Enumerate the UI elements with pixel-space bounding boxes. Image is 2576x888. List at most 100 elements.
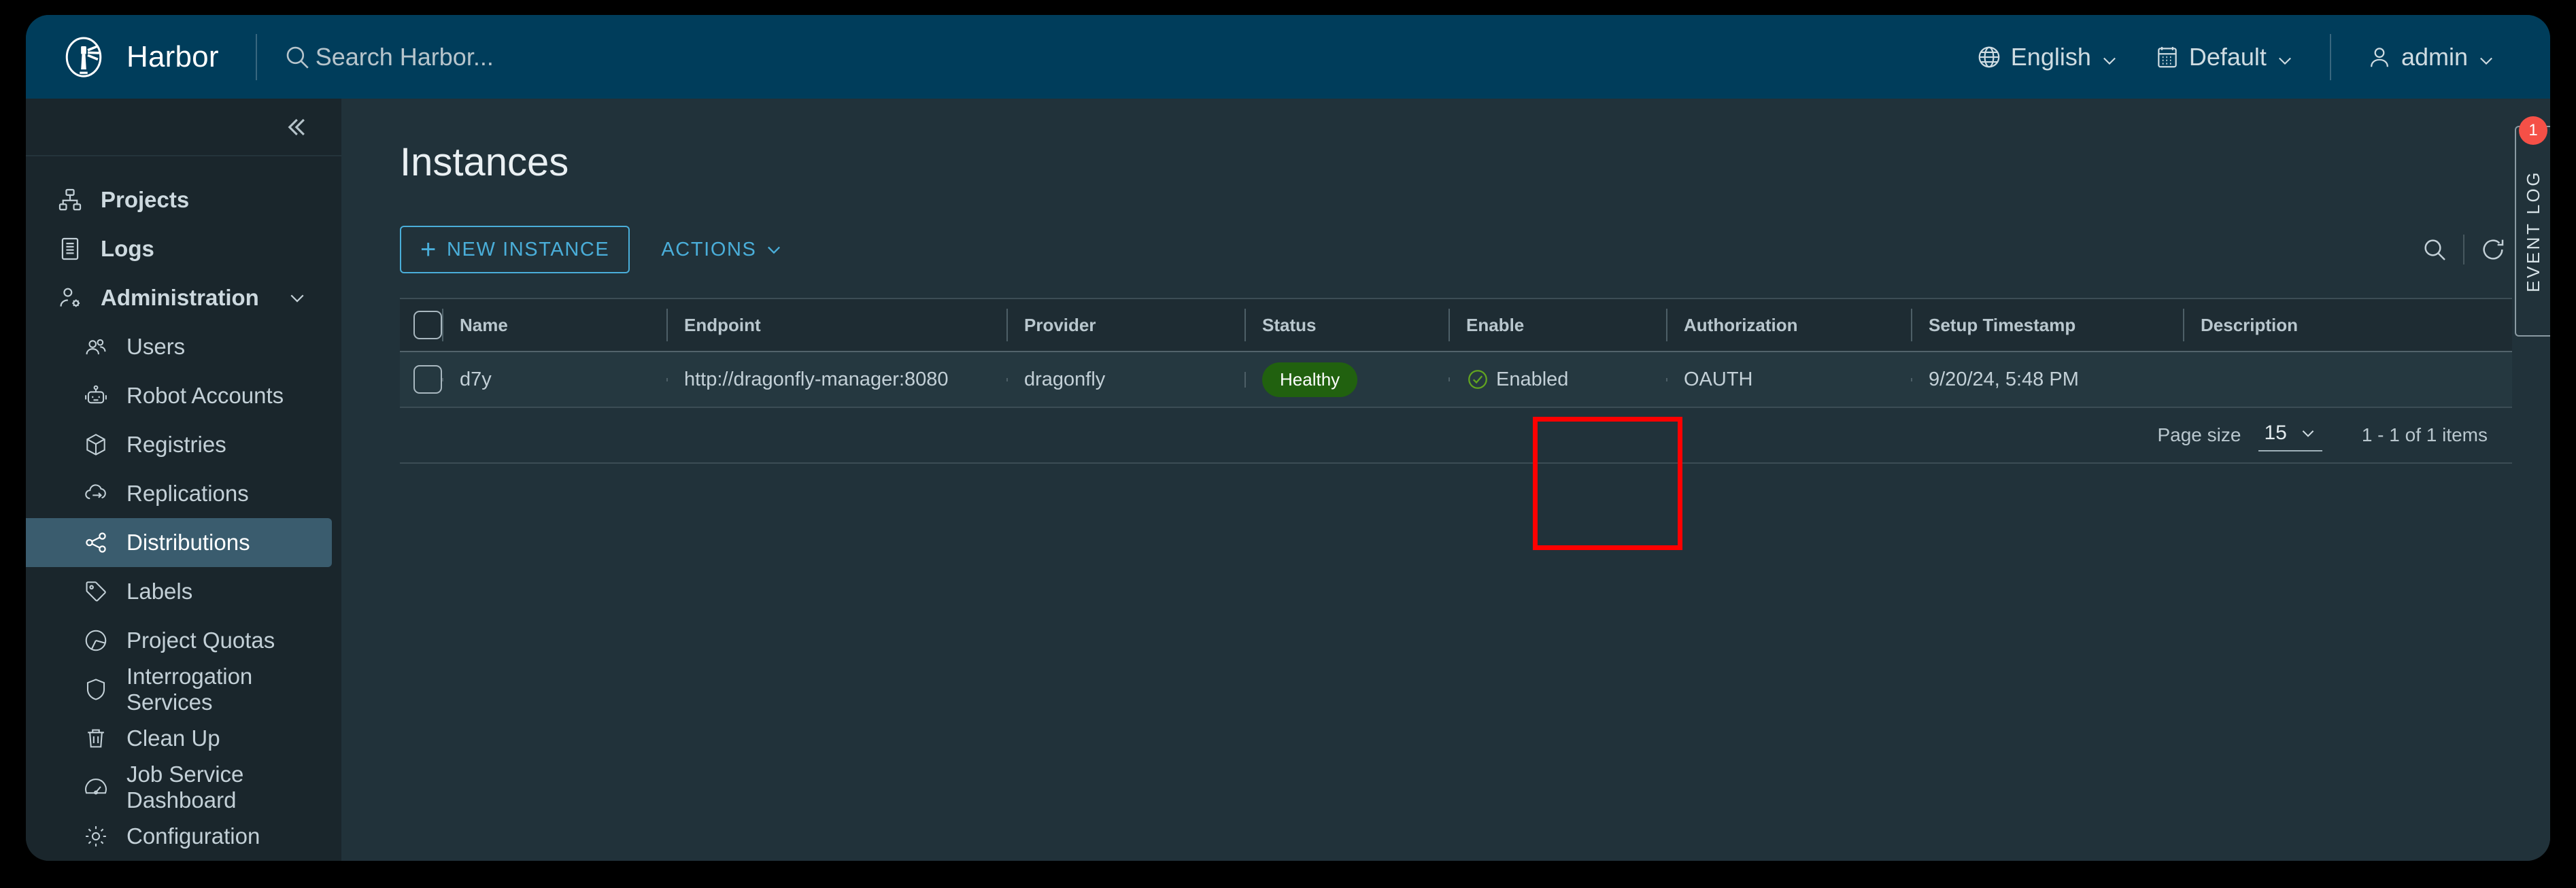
page-size-label: Page size (2157, 424, 2241, 445)
globe-icon (1976, 44, 2002, 70)
sidebar-item-registries[interactable]: Registries (26, 420, 332, 469)
sidebar-item-label: Registries (126, 432, 226, 457)
header-divider-2 (2329, 33, 2331, 80)
theme-label: Default (2188, 42, 2267, 71)
pagination-items-range: 1 - 1 of 1 items (2361, 424, 2488, 445)
column-header-authorization[interactable]: Authorization (1666, 299, 1911, 351)
double-chevron-left-icon[interactable] (280, 112, 310, 142)
shield-icon (83, 677, 109, 702)
search-placeholder: Search Harbor... (315, 42, 494, 71)
sidebar-item-label: Labels (126, 579, 193, 604)
cell-enable: Enabled (1448, 368, 1666, 391)
select-all-checkbox[interactable] (413, 311, 442, 339)
sidebar-item-label: Job Service Dashboard (126, 762, 244, 813)
harbor-lighthouse-icon (61, 35, 106, 80)
calendar-icon (2154, 44, 2180, 70)
column-header-name[interactable]: Name (442, 299, 666, 351)
global-search[interactable]: Search Harbor... (283, 43, 494, 71)
sidebar-item-job-service-dashboard[interactable]: Job Service Dashboard (26, 762, 332, 813)
language-selector[interactable]: English (1959, 15, 2137, 99)
sidebar-item-label: Replications (126, 481, 249, 506)
sidebar-nav: Projects Logs Administration Users Robot… (26, 156, 341, 861)
harbor-app-window: Harbor Search Harbor... English Default … (26, 15, 2550, 861)
sidebar-item-label: Robot Accounts (126, 383, 284, 408)
sidebar-item-labels[interactable]: Labels (26, 567, 332, 616)
users-icon (83, 334, 109, 360)
logs-icon (57, 236, 83, 262)
cell-setup-timestamp: 9/20/24, 5:48 PM (1911, 369, 2183, 391)
column-header-status[interactable]: Status (1244, 299, 1448, 351)
toolbar-right (2416, 230, 2512, 269)
column-header-setup-timestamp[interactable]: Setup Timestamp (1911, 299, 2183, 351)
sidebar-item-project-quotas[interactable]: Project Quotas (26, 616, 332, 665)
sidebar-item-users[interactable]: Users (26, 322, 332, 371)
sidebar-item-distributions[interactable]: Distributions (26, 518, 332, 567)
sidebar: Projects Logs Administration Users Robot… (26, 99, 341, 861)
new-instance-button[interactable]: + NEW INSTANCE (400, 226, 630, 273)
sidebar-item-label: Logs (101, 236, 154, 261)
status-badge: Healthy (1262, 362, 1358, 397)
event-log-tab[interactable]: 1 EVENT LOG (2515, 116, 2550, 337)
page-size-value: 15 (2264, 422, 2287, 444)
sidebar-item-label: Configuration (126, 823, 260, 849)
top-header: Harbor Search Harbor... English Default … (26, 15, 2550, 99)
distributions-share-icon (83, 530, 109, 556)
cell-provider: dragonfly (1006, 369, 1244, 391)
table-row[interactable]: d7y http://dragonfly-manager:8080 dragon… (400, 352, 2512, 408)
sidebar-item-administration[interactable]: Administration (26, 273, 332, 322)
plus-icon: + (420, 235, 437, 264)
user-menu[interactable]: admin (2349, 15, 2513, 99)
robot-icon (83, 383, 109, 409)
sidebar-item-configuration[interactable]: Configuration (26, 812, 332, 861)
search-icon (283, 43, 311, 71)
table-header-row: Name Endpoint Provider Status Enable Aut… (400, 298, 2512, 352)
column-header-description[interactable]: Description (2183, 299, 2512, 351)
sidebar-item-label: Administration (101, 285, 259, 310)
main-content: Instances + NEW INSTANCE ACTIONS Name En… (341, 99, 2550, 861)
cell-authorization: OAUTH (1666, 369, 1911, 391)
brand-title: Harbor (126, 39, 219, 73)
sidebar-item-robot-accounts[interactable]: Robot Accounts (26, 371, 332, 420)
select-all-cell (400, 299, 442, 351)
column-header-enable[interactable]: Enable (1448, 299, 1666, 351)
replication-cloud-icon (83, 481, 109, 507)
actions-button[interactable]: ACTIONS (643, 226, 801, 273)
sidebar-item-clean-up[interactable]: Clean Up (26, 714, 332, 763)
toolbar-divider (2463, 235, 2464, 264)
trash-icon (83, 725, 109, 751)
gear-icon (83, 823, 109, 849)
cell-status: Healthy (1244, 362, 1448, 397)
table-search-button[interactable] (2416, 230, 2454, 269)
sidebar-item-interrogation-services[interactable]: Interrogation Services (26, 664, 332, 715)
user-label: admin (2401, 42, 2468, 71)
sidebar-item-label: Clean Up (126, 725, 220, 751)
app-body: Projects Logs Administration Users Robot… (26, 99, 2550, 861)
sidebar-item-label: Distributions (126, 530, 250, 555)
sidebar-item-label: Projects (101, 187, 190, 212)
column-header-provider[interactable]: Provider (1006, 299, 1244, 351)
sidebar-item-logs[interactable]: Logs (26, 224, 332, 273)
table-footer: Page size 15 1 - 1 of 1 items (400, 408, 2512, 464)
check-circle-icon (1466, 368, 1489, 391)
sidebar-item-label: Project Quotas (126, 628, 275, 653)
page-size-select[interactable]: 15 (2258, 419, 2322, 451)
event-log-label: EVENT LOG (2522, 170, 2543, 292)
refresh-icon (2479, 236, 2507, 263)
theme-selector[interactable]: Default (2137, 15, 2312, 99)
dashboard-gauge-icon (83, 774, 109, 800)
user-icon (2367, 44, 2392, 70)
chevron-down-icon[interactable] (287, 288, 307, 308)
sidebar-item-projects[interactable]: Projects (26, 175, 332, 224)
event-log-badge: 1 (2519, 116, 2547, 145)
chevron-down-icon (2275, 48, 2294, 67)
instances-table: Name Endpoint Provider Status Enable Aut… (400, 298, 2512, 464)
language-label: English (2010, 42, 2091, 71)
actions-label: ACTIONS (661, 238, 757, 260)
administration-icon (57, 285, 83, 311)
row-checkbox[interactable] (413, 365, 442, 394)
column-header-endpoint[interactable]: Endpoint (666, 299, 1006, 351)
sidebar-collapse-row (26, 99, 341, 156)
brand-area[interactable]: Harbor (26, 35, 219, 80)
refresh-button[interactable] (2474, 230, 2512, 269)
sidebar-item-replications[interactable]: Replications (26, 469, 332, 518)
